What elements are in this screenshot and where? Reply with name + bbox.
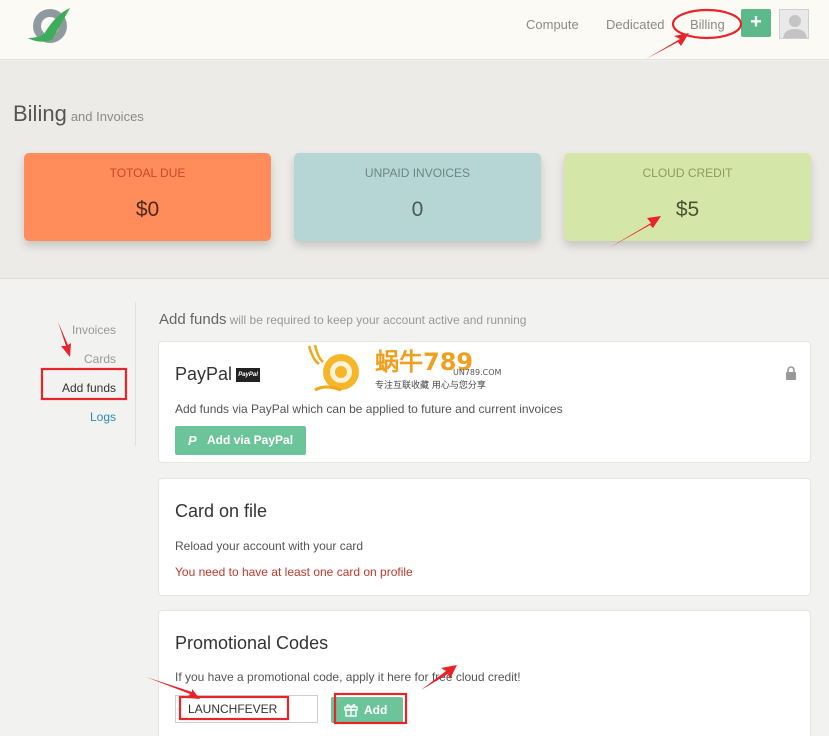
total-due-value: $0 [135,198,160,221]
paypal-description: Add funds via PayPal which can be applie… [175,402,563,416]
promo-add-button[interactable]: Add [331,697,403,723]
watermark-logo: 蜗牛789 UN789.COM 专注互联收藏 用心与您分享 [307,344,502,392]
watermark-domain: UN789.COM [453,368,502,377]
billing-sidebar: Invoices Cards Add funds Logs [0,302,136,446]
paypal-icon: P [188,433,197,448]
promo-code-input[interactable] [175,695,318,723]
section-heading: Add funds will be required to keep your a… [159,311,526,328]
nav-compute[interactable]: Compute [526,17,579,32]
section-heading-title: Add funds [159,311,227,328]
cloud-credit-value: $5 [675,198,700,221]
add-button[interactable]: + [741,9,771,37]
unpaid-invoices-value: 0 [411,198,424,221]
sidebar-item-add-funds[interactable]: Add funds [62,381,116,395]
add-via-paypal-label: Add via PayPal [207,433,294,447]
unpaid-invoices-label: UNPAID INVOICES [364,166,471,180]
gift-icon [344,704,358,717]
card-on-file-description: Reload your account with your card [175,539,364,553]
promo-add-label: Add [364,703,388,717]
avatar[interactable] [779,9,809,39]
user-icon [783,15,807,38]
unpaid-invoices-card: UNPAID INVOICES 0 [294,153,541,241]
card-on-file-warning: You need to have at least one card on pr… [175,565,413,579]
sidebar-item-cards[interactable]: Cards [84,352,116,366]
section-heading-note: will be required to keep your account ac… [229,313,527,327]
logo-icon[interactable] [26,4,72,46]
sidebar-item-logs[interactable]: Logs [90,410,116,424]
paypal-title: PayPal PayPal [175,364,261,385]
page-title-text: Biling [13,101,67,126]
card-on-file-title: Card on file [175,501,268,521]
top-navbar: Compute Dedicated Billing + [0,0,829,60]
sidebar-item-invoices[interactable]: Invoices [72,323,116,337]
total-due-card: TOTOAL DUE $0 [24,153,271,241]
billing-summary: Biling and Invoices TOTOAL DUE $0 UNPAID … [0,61,829,279]
page-subtitle: and Invoices [70,109,144,124]
promo-title: Promotional Codes [175,633,329,653]
total-due-label: TOTOAL DUE [109,166,186,180]
paypal-title-text: PayPal [175,364,233,384]
add-via-paypal-button[interactable]: P Add via PayPal [175,426,306,455]
promo-panel: Promotional Codes If you have a promotio… [158,610,811,736]
card-on-file-panel: Card on file Reload your account with yo… [158,478,811,596]
paypal-logo-icon: PayPal [236,368,261,383]
promo-description: If you have a promotional code, apply it… [175,670,521,684]
lock-icon [786,366,796,380]
cloud-credit-label: CLOUD CREDIT [642,166,733,180]
snail-icon [307,344,359,392]
cloud-credit-card: CLOUD CREDIT $5 [564,153,811,241]
watermark-slogan: 专注互联收藏 用心与您分享 [375,379,486,391]
nav-dedicated[interactable]: Dedicated [606,17,665,32]
nav-billing[interactable]: Billing [690,17,725,32]
page-title: Biling and Invoices [13,101,144,127]
